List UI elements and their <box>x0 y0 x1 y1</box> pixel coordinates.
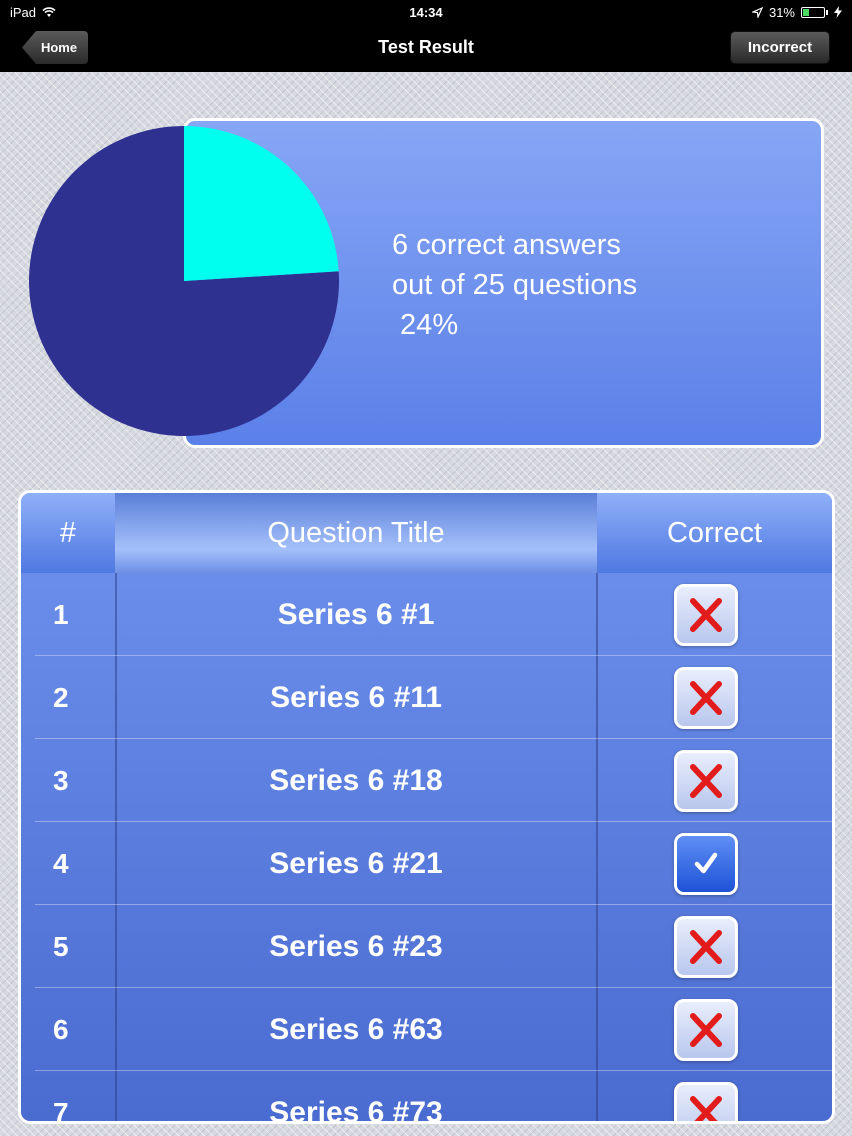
row-number: 7 <box>53 1097 69 1124</box>
device-name: iPad <box>10 4 37 20</box>
summary-text: 6 correct answers out of 25 questions 24% <box>392 225 637 345</box>
table-row[interactable]: 7 Series 6 #73 <box>21 1071 832 1124</box>
charging-bolt-icon <box>834 6 842 18</box>
location-arrow-icon <box>751 6 763 18</box>
table-row[interactable]: 3 Series 6 #18 <box>21 739 832 822</box>
summary-correct-count: 6 correct answers <box>392 229 621 261</box>
row-question-title: Series 6 #23 <box>269 930 443 963</box>
navigation-bar: Home Test Result Incorrect <box>0 24 852 72</box>
header-question-title[interactable]: Question Title <box>115 493 597 573</box>
status-bar: iPad 14:34 31% <box>0 0 852 24</box>
row-question-title: Series 6 #73 <box>269 1096 443 1124</box>
row-question-title: Series 6 #1 <box>277 598 435 631</box>
score-pie-chart <box>29 126 340 437</box>
correct-checkmark-icon <box>674 833 738 895</box>
table-row[interactable]: 6 Series 6 #63 <box>21 988 832 1071</box>
row-question-title: Series 6 #11 <box>270 681 442 714</box>
header-correct: Correct <box>666 516 763 549</box>
table-row[interactable]: 1 Series 6 #1 <box>21 573 832 656</box>
incorrect-x-icon <box>674 667 738 729</box>
row-number: 4 <box>53 848 69 879</box>
battery-icon <box>801 6 828 18</box>
battery-percent: 31% <box>768 4 795 20</box>
status-time: 14:34 <box>409 4 443 20</box>
incorrect-x-icon <box>674 750 738 812</box>
row-number: 1 <box>53 599 69 630</box>
header-number: # <box>59 516 77 549</box>
row-number: 2 <box>53 682 69 713</box>
wifi-icon <box>42 6 56 17</box>
summary-total-questions: out of 25 questions <box>392 269 638 301</box>
incorrect-x-icon <box>674 999 738 1061</box>
incorrect-x-icon <box>674 916 738 978</box>
row-number: 6 <box>53 1014 69 1045</box>
incorrect-x-icon <box>674 584 738 646</box>
page-title: Test Result <box>378 37 474 57</box>
row-number: 3 <box>53 765 69 796</box>
table-header: # Question Title Correct <box>21 493 832 573</box>
row-number: 5 <box>53 931 69 962</box>
incorrect-button[interactable]: Incorrect <box>730 31 830 64</box>
summary-percent: 24% <box>392 309 459 341</box>
table-row[interactable]: 2 Series 6 #11 <box>21 656 832 739</box>
row-question-title: Series 6 #21 <box>269 847 443 880</box>
row-question-title: Series 6 #63 <box>269 1013 443 1046</box>
incorrect-x-icon <box>674 1082 738 1121</box>
results-table: # Question Title Correct 1 Series 6 #1 2 Se… <box>18 490 835 1124</box>
table-row[interactable]: 5 Series 6 #23 <box>21 905 832 988</box>
row-question-title: Series 6 #18 <box>269 764 443 797</box>
pie-slice-correct <box>184 126 339 281</box>
table-row[interactable]: 4 Series 6 #21 <box>21 822 832 905</box>
